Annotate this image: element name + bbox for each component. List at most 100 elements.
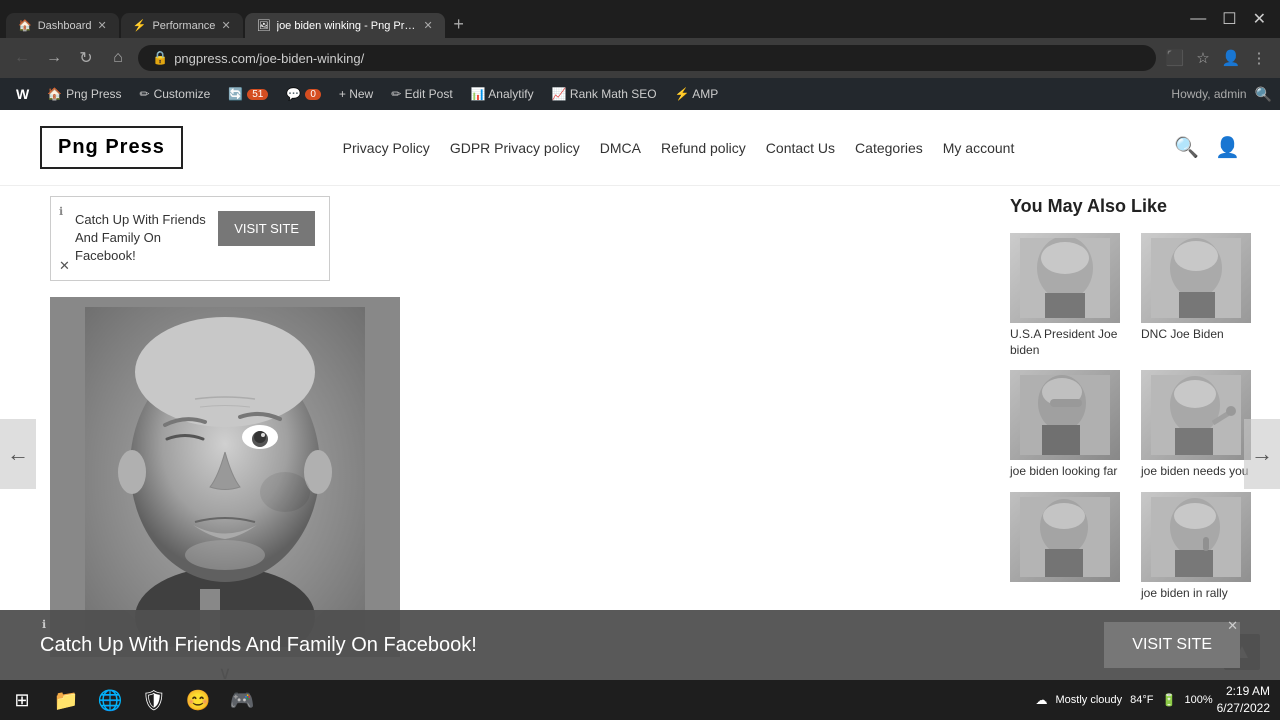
taskbar-clock[interactable]: 2:19 AM 6/27/2022 [1217, 683, 1270, 717]
browser-top: 🏠 Dashboard ✕ ⚡ Performance ✕ 🖼 joe bide… [0, 0, 1280, 38]
address-bar[interactable]: 🔒 pngpress.com/joe-biden-winking/ [138, 45, 1156, 71]
bottom-ad-text: Catch Up With Friends And Family On Face… [40, 632, 1084, 658]
tab-performance-close[interactable]: ✕ [221, 19, 230, 32]
related-label-3: joe biden looking far [1010, 464, 1129, 480]
ad-info-icon: ℹ [59, 205, 63, 218]
wp-site-name-text: Png Press [66, 87, 121, 101]
ad-box-close-icon[interactable]: ✕ [59, 258, 70, 274]
bookmark-icon[interactable]: ☆ [1192, 49, 1214, 67]
wp-admin-bar: W 🏠 Png Press ✏ Customize 🔄 51 💬 0 + New… [0, 78, 1280, 110]
related-thumb-5 [1010, 492, 1120, 582]
account-icon[interactable]: 👤 [1215, 135, 1240, 160]
nav-dmca[interactable]: DMCA [600, 140, 641, 156]
extensions-icon[interactable]: ⬛ [1164, 49, 1186, 67]
site-logo[interactable]: Png Press [40, 126, 183, 169]
wp-amp-item[interactable]: ⚡ AMP [667, 78, 727, 110]
taskbar-face-icon[interactable]: 😊 [176, 680, 220, 720]
nav-myaccount[interactable]: My account [943, 140, 1015, 156]
nav-privacy-policy[interactable]: Privacy Policy [343, 140, 430, 156]
wp-rank-math-item[interactable]: 📈 Rank Math SEO [544, 78, 665, 110]
taskbar-game-icon[interactable]: 🎮 [220, 680, 264, 720]
tab-pngpress[interactable]: 🖼 joe biden winking - Png Press pr... ✕ [245, 13, 445, 38]
tab-pngpress-title: joe biden winking - Png Press pr... [277, 20, 418, 32]
address-bar-row: ← → ↻ ⌂ 🔒 pngpress.com/joe-biden-winking… [0, 38, 1280, 78]
tab-pngpress-close[interactable]: ✕ [423, 19, 432, 32]
wp-site-name-label: 🏠 [47, 87, 62, 101]
taskbar-shield-icon[interactable]: 🛡 [132, 680, 176, 720]
nav-refund[interactable]: Refund policy [661, 140, 746, 156]
wp-rank-math-label: 📈 Rank Math SEO [552, 87, 657, 101]
related-item-2[interactable]: DNC Joe Biden [1141, 233, 1260, 358]
wp-updates-item[interactable]: 🔄 51 [220, 78, 276, 110]
ad-visit-site-button[interactable]: VISIT SITE [218, 211, 315, 246]
nav-contact[interactable]: Contact Us [766, 140, 835, 156]
wp-edit-post-label: ✏ Edit Post [391, 87, 452, 101]
main-image [50, 297, 400, 657]
wp-new-label: + New [339, 87, 373, 101]
related-thumb-4 [1141, 370, 1251, 460]
wp-updates-badge: 51 [247, 89, 268, 100]
ad-box-text: Catch Up With Friends And Family On Face… [65, 211, 208, 266]
related-label-4: joe biden needs you [1141, 464, 1260, 480]
wp-site-name-item[interactable]: 🏠 Png Press [39, 78, 129, 110]
wp-amp-label: ⚡ AMP [675, 87, 719, 101]
ad-box: ℹ Catch Up With Friends And Family On Fa… [50, 196, 330, 281]
taskbar-browser-icon[interactable]: 🌐 [88, 680, 132, 720]
new-tab-button[interactable]: + [445, 10, 473, 38]
reload-button[interactable]: ↻ [74, 48, 98, 68]
taskbar-weather-icon: ☁ [1036, 693, 1048, 707]
settings-icon[interactable]: ⋮ [1248, 49, 1270, 67]
related-thumb-3 [1010, 370, 1120, 460]
wp-customize-item[interactable]: ✏ Customize [132, 78, 219, 110]
wp-new-item[interactable]: + New [331, 78, 381, 110]
wp-logo-icon: W [16, 86, 29, 102]
site-nav: Privacy Policy GDPR Privacy policy DMCA … [343, 140, 1015, 156]
related-item-5[interactable] [1010, 492, 1129, 602]
tab-dashboard[interactable]: 🏠 Dashboard ✕ [6, 13, 119, 38]
forward-button[interactable]: → [42, 49, 66, 67]
wp-analytify-item[interactable]: 📊 Analytify [463, 78, 542, 110]
related-label-6: joe biden in rally [1141, 586, 1260, 602]
wp-customize-icon: ✏ [140, 87, 150, 101]
wp-comments-badge: 0 [305, 89, 321, 100]
related-thumb-1 [1010, 233, 1120, 323]
header-icons: 🔍 👤 [1174, 135, 1240, 160]
taskbar-right: ☁ Mostly cloudy 84°F 🔋 100% 2:19 AM 6/27… [1026, 683, 1280, 717]
related-item-1[interactable]: U.S.A President Joe biden [1010, 233, 1129, 358]
wp-edit-post-item[interactable]: ✏ Edit Post [383, 78, 460, 110]
related-grid: U.S.A President Joe biden DNC Joe Biden [1010, 233, 1260, 601]
minimize-button[interactable]: — [1182, 10, 1214, 28]
close-window-button[interactable]: ✕ [1245, 9, 1274, 29]
admin-search-icon[interactable]: 🔍 [1255, 86, 1272, 103]
profile-icon[interactable]: 👤 [1220, 49, 1242, 67]
sys-tray: ☁ Mostly cloudy 84°F 🔋 100% [1036, 693, 1213, 707]
maximize-button[interactable]: ☐ [1214, 9, 1244, 29]
wp-comments-icon: 💬 [286, 87, 301, 101]
related-item-6[interactable]: joe biden in rally [1141, 492, 1260, 602]
next-image-button[interactable]: → [1244, 419, 1280, 489]
wp-admin-right: Howdy, admin 🔍 [1171, 86, 1272, 103]
nav-categories[interactable]: Categories [855, 140, 923, 156]
taskbar-pinned-icons: 📁 🌐 🛡 😊 🎮 [44, 680, 264, 720]
howdy-text: Howdy, admin [1171, 87, 1246, 101]
tab-performance[interactable]: ⚡ Performance ✕ [121, 13, 243, 38]
bottom-visit-site-button[interactable]: VISIT SITE [1104, 622, 1240, 668]
prev-image-button[interactable]: ← [0, 419, 36, 489]
related-item-4[interactable]: joe biden needs you [1141, 370, 1260, 480]
taskbar-file-icon[interactable]: 📁 [44, 680, 88, 720]
back-button[interactable]: ← [10, 49, 34, 67]
related-item-3[interactable]: joe biden looking far [1010, 370, 1129, 480]
wp-logo-item[interactable]: W [8, 78, 37, 110]
wp-analytify-label: 📊 Analytify [471, 87, 534, 101]
address-text: pngpress.com/joe-biden-winking/ [174, 51, 1142, 66]
nav-gdpr[interactable]: GDPR Privacy policy [450, 140, 580, 156]
tab-performance-title: Performance [152, 20, 215, 32]
start-button[interactable]: ⊞ [0, 680, 44, 720]
search-icon[interactable]: 🔍 [1174, 135, 1199, 160]
you-may-like-heading: You May Also Like [1010, 196, 1260, 217]
wp-comments-item[interactable]: 💬 0 [278, 78, 329, 110]
home-button[interactable]: ⌂ [106, 49, 130, 67]
taskbar-time: 2:19 AM [1217, 683, 1270, 700]
tab-dashboard-close[interactable]: ✕ [98, 19, 107, 32]
bottom-ad-close-icon[interactable]: ✕ [1227, 618, 1238, 634]
